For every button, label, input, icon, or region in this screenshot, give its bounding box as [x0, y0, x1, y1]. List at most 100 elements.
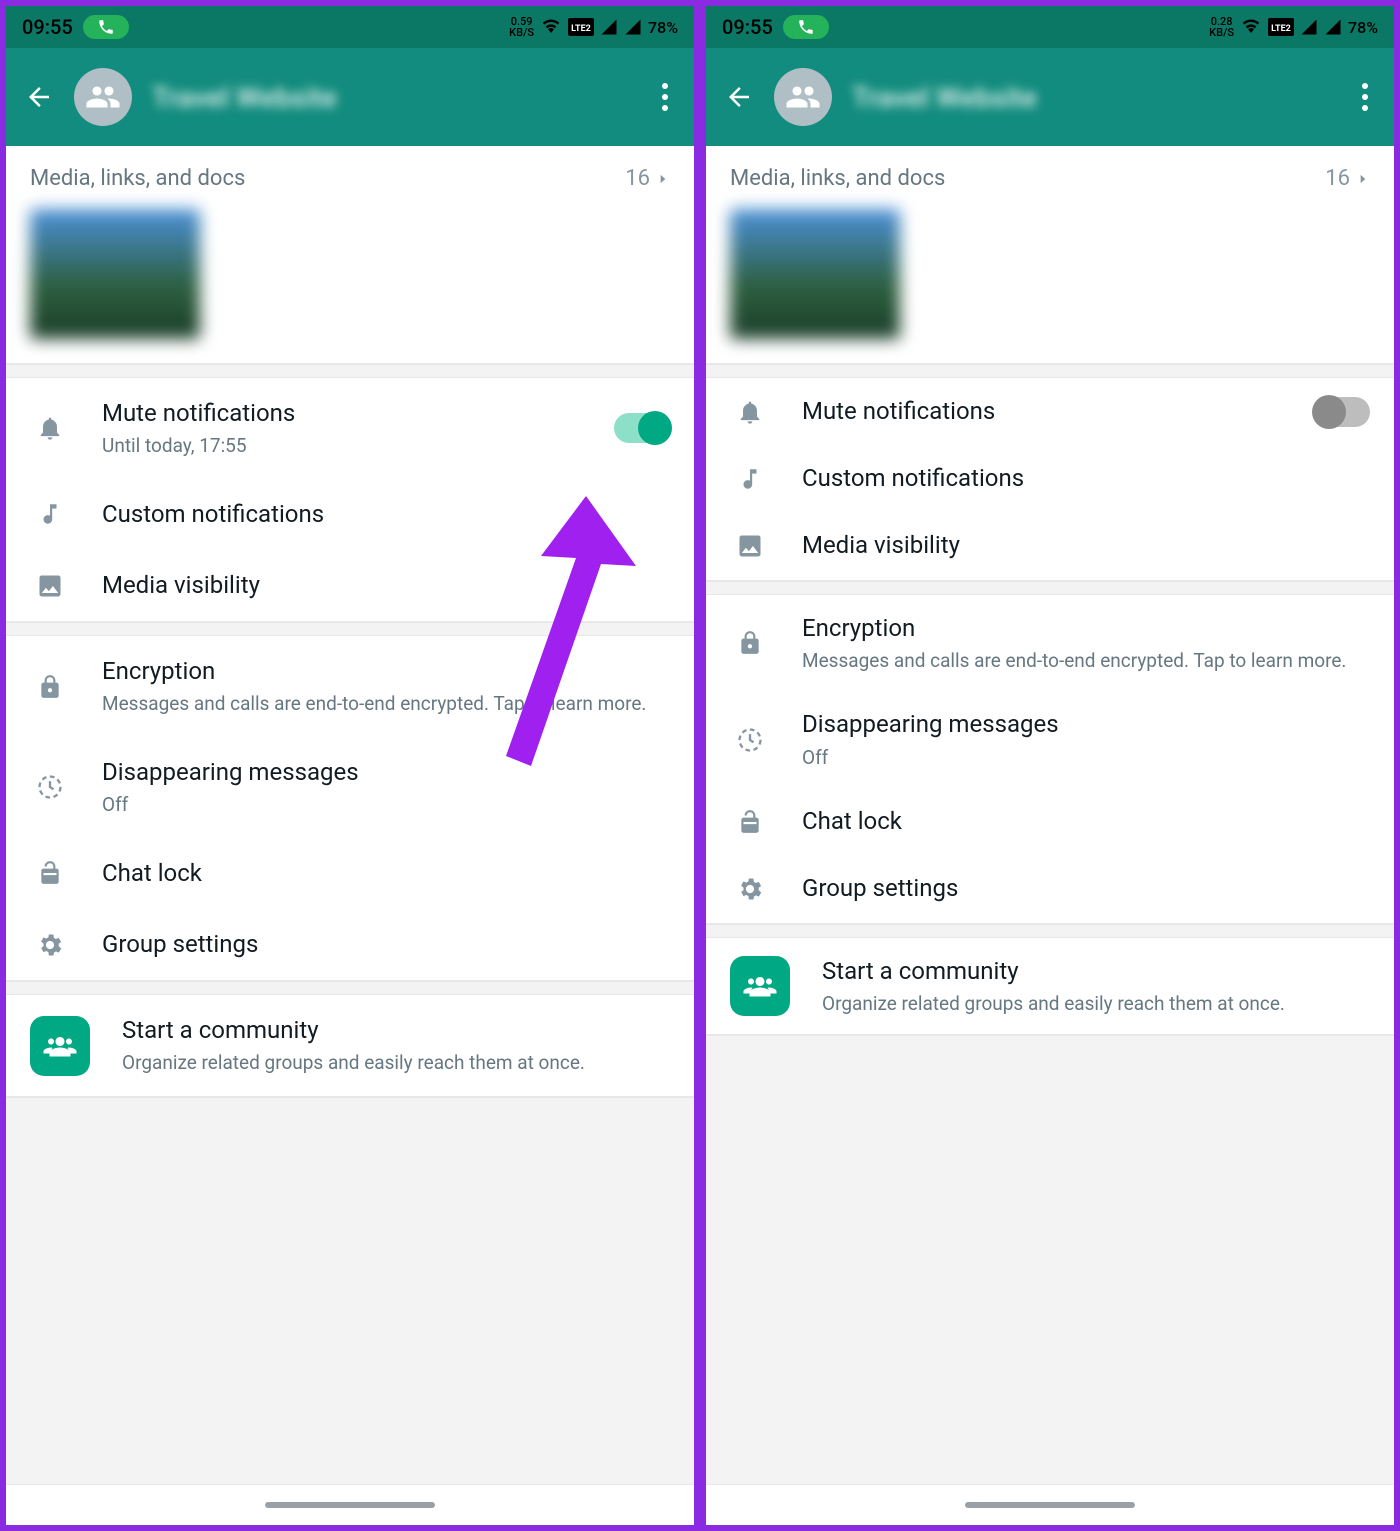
status-bar: 09:55 0.59KB/S LTE2 78%	[6, 6, 694, 48]
net-speed: 0.59KB/S	[509, 16, 534, 38]
bell-icon	[30, 414, 70, 442]
disappearing-messages-row[interactable]: Disappearing messages Off	[706, 691, 1394, 788]
lock-icon	[730, 630, 770, 656]
chatlock-title: Chat lock	[802, 806, 1370, 837]
groupsettings-title: Group settings	[102, 929, 670, 960]
mute-title: Mute notifications	[802, 396, 1282, 427]
encryption-title: Encryption	[802, 613, 1370, 644]
image-icon	[730, 532, 770, 560]
battery-text: 78%	[648, 18, 678, 37]
encryption-sub: Messages and calls are end-to-end encryp…	[802, 648, 1370, 674]
groupsettings-title: Group settings	[802, 873, 1370, 904]
nav-handle[interactable]	[706, 1485, 1394, 1525]
signal-icon-1	[1300, 18, 1318, 36]
media-visibility-row[interactable]: Media visibility	[6, 550, 694, 621]
visibility-title: Media visibility	[802, 530, 1370, 561]
encryption-row[interactable]: Encryption Messages and calls are end-to…	[6, 636, 694, 737]
chatlock-title: Chat lock	[102, 858, 670, 889]
disappearing-messages-row[interactable]: Disappearing messages Off	[6, 737, 694, 838]
battery-text: 78%	[1348, 18, 1378, 37]
svg-text:LTE2: LTE2	[571, 24, 591, 34]
chat-title[interactable]: Travel Website	[152, 81, 634, 114]
custom-notifications-row[interactable]: Custom notifications	[6, 479, 694, 550]
disappearing-title: Disappearing messages	[802, 709, 1370, 740]
group-avatar[interactable]	[74, 68, 132, 126]
call-indicator[interactable]	[783, 15, 829, 39]
app-header: Travel Website	[706, 48, 1394, 146]
chat-lock-row[interactable]: Chat lock	[6, 838, 694, 909]
start-community-row[interactable]: Start a community Organize related group…	[6, 995, 694, 1096]
volte-icon: LTE2	[1268, 18, 1294, 36]
more-options-icon[interactable]	[1354, 75, 1376, 119]
bell-icon	[730, 398, 770, 426]
music-note-icon	[30, 501, 70, 527]
encryption-sub: Messages and calls are end-to-end encryp…	[102, 691, 670, 717]
status-bar: 09:55 0.28KB/S LTE2 78%	[706, 6, 1394, 48]
signal-icon-2	[624, 18, 642, 36]
mute-toggle[interactable]	[1314, 397, 1370, 427]
media-count: 16	[1325, 166, 1350, 191]
back-icon[interactable]	[24, 82, 54, 112]
group-avatar[interactable]	[774, 68, 832, 126]
mute-notifications-row[interactable]: Mute notifications	[706, 378, 1394, 445]
disappearing-sub: Off	[102, 792, 670, 818]
custom-title: Custom notifications	[802, 463, 1370, 494]
chat-title[interactable]: Travel Website	[852, 81, 1334, 114]
media-thumbnail[interactable]	[730, 209, 900, 339]
group-settings-row[interactable]: Group settings	[6, 909, 694, 980]
media-count: 16	[625, 166, 650, 191]
disappearing-sub: Off	[802, 745, 1370, 771]
media-links-docs-row[interactable]: Media, links, and docs 16	[6, 146, 694, 199]
lock-open-icon	[730, 809, 770, 835]
community-icon	[30, 1016, 90, 1076]
community-title: Start a community	[122, 1015, 670, 1046]
lock-icon	[30, 674, 70, 700]
status-time: 09:55	[22, 15, 73, 39]
gear-icon	[730, 875, 770, 903]
media-links-docs-row[interactable]: Media, links, and docs 16	[706, 146, 1394, 199]
mute-sub: Until today, 17:55	[102, 433, 582, 459]
media-thumbnail[interactable]	[30, 209, 200, 339]
wifi-icon	[540, 18, 562, 36]
mute-toggle[interactable]	[614, 413, 670, 443]
image-icon	[30, 572, 70, 600]
timer-icon	[30, 773, 70, 801]
volte-icon: LTE2	[568, 18, 594, 36]
more-options-icon[interactable]	[654, 75, 676, 119]
community-sub: Organize related groups and easily reach…	[122, 1050, 670, 1076]
signal-icon-2	[1324, 18, 1342, 36]
community-sub: Organize related groups and easily reach…	[822, 991, 1370, 1017]
back-icon[interactable]	[724, 82, 754, 112]
nav-handle[interactable]	[6, 1485, 694, 1525]
media-label: Media, links, and docs	[30, 166, 245, 191]
status-time: 09:55	[722, 15, 773, 39]
custom-title: Custom notifications	[102, 499, 670, 530]
encryption-title: Encryption	[102, 656, 670, 687]
chevron-right-icon	[656, 169, 670, 189]
custom-notifications-row[interactable]: Custom notifications	[706, 445, 1394, 512]
svg-text:LTE2: LTE2	[1271, 24, 1291, 34]
community-icon	[730, 956, 790, 1016]
community-title: Start a community	[822, 956, 1370, 987]
mute-title: Mute notifications	[102, 398, 582, 429]
net-speed: 0.28KB/S	[1209, 16, 1234, 38]
timer-icon	[730, 726, 770, 754]
wifi-icon	[1240, 18, 1262, 36]
gear-icon	[30, 931, 70, 959]
phone-left: 09:55 0.59KB/S LTE2 78% Travel Website M…	[0, 0, 700, 1531]
start-community-row[interactable]: Start a community Organize related group…	[706, 938, 1394, 1035]
lock-open-icon	[30, 860, 70, 886]
disappearing-title: Disappearing messages	[102, 757, 670, 788]
chevron-right-icon	[1356, 169, 1370, 189]
mute-notifications-row[interactable]: Mute notifications Until today, 17:55	[6, 378, 694, 479]
encryption-row[interactable]: Encryption Messages and calls are end-to…	[706, 595, 1394, 692]
group-settings-row[interactable]: Group settings	[706, 855, 1394, 922]
signal-icon-1	[600, 18, 618, 36]
app-header: Travel Website	[6, 48, 694, 146]
call-indicator[interactable]	[83, 15, 129, 39]
phone-right: 09:55 0.28KB/S LTE2 78% Travel Website M…	[700, 0, 1400, 1531]
music-note-icon	[730, 466, 770, 492]
chat-lock-row[interactable]: Chat lock	[706, 788, 1394, 855]
media-visibility-row[interactable]: Media visibility	[706, 512, 1394, 579]
visibility-title: Media visibility	[102, 570, 670, 601]
